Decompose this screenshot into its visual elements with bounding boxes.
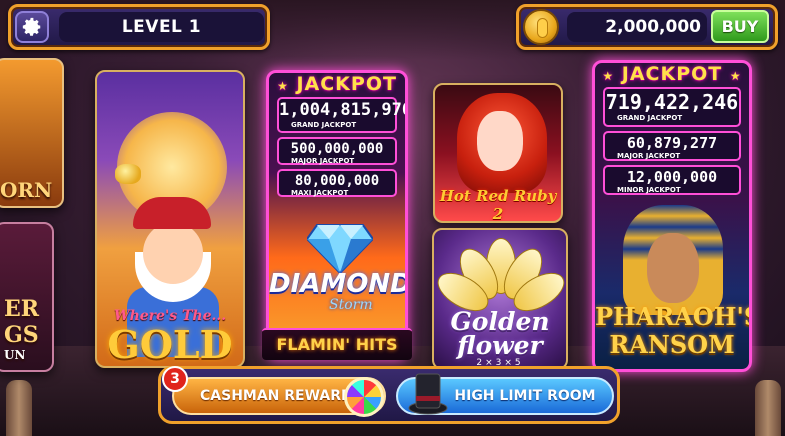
coin-icon [523, 9, 559, 45]
star-icon: ★ [277, 79, 289, 93]
partial-title-2: GS [4, 322, 39, 348]
jackpot-label: JACKPOT [621, 63, 723, 85]
jackpot-label: JACKPOT [296, 73, 397, 95]
grand-jackpot-box: 1,004,815,970 GRAND JACKPOT [277, 97, 408, 133]
game-tile-hot-red-ruby-2[interactable]: Hot Red Ruby 2 [433, 83, 563, 223]
game-tile-diamond-storm[interactable]: ★ JACKPOT ★ 1,004,815,970 GRAND JACKPOT … [266, 70, 408, 360]
game-title: DIAMOND [269, 269, 408, 299]
miner-face [143, 222, 203, 284]
game-tile-partial-left-bottom[interactable]: ER GS UN [0, 222, 54, 372]
game-tile-golden-flower[interactable]: Golden flower 2×3×5 [432, 228, 568, 370]
settings-button[interactable] [15, 11, 49, 43]
grand-jackpot-value: 1,004,815,970 [279, 100, 408, 120]
high-limit-room-label: HIGH LIMIT ROOM [454, 388, 596, 404]
diamond-icon [307, 224, 373, 273]
notification-badge: 3 [162, 366, 188, 392]
flamin-hits-banner: FLAMIN' HITS [262, 328, 412, 360]
level-label: LEVEL 1 [59, 12, 264, 42]
buy-button[interactable]: BUY [711, 10, 769, 43]
grand-jackpot-box: 719,422,246 GRAND JACKPOT [603, 87, 741, 127]
railing-post [6, 380, 32, 436]
coin-bar: 2,000,000 BUY [516, 4, 778, 50]
level-bar: LEVEL 1 [8, 4, 270, 50]
partial-title-1: ER [4, 296, 40, 322]
grand-jackpot-label: GRAND JACKPOT [291, 121, 357, 129]
coin-balance: 2,000,000 [567, 12, 707, 42]
jackpot-header: ★ JACKPOT ★ [269, 73, 405, 115]
game-title-line-2: flower [457, 331, 543, 360]
game-title: Hot Red Ruby 2 [439, 187, 557, 223]
ruby-face [477, 111, 523, 171]
cashman-rewards-label: CASHMAN REWARDS [200, 388, 363, 404]
top-hat-icon [408, 373, 448, 415]
minor-jackpot-value: 12,000,000 [626, 168, 718, 186]
minor-jackpot-box: 12,000,000 MINOR JACKPOT [603, 165, 741, 195]
star-icon: ★ [602, 69, 615, 83]
game-title-line-1: PHARAOH'S [595, 302, 752, 331]
grand-jackpot-value: 719,422,246 [605, 90, 739, 114]
major-jackpot-value: 500,000,000 [290, 141, 384, 157]
gold-nugget-icon [115, 164, 141, 184]
major-jackpot-box: 60,879,277 MAJOR JACKPOT [603, 131, 741, 161]
prize-wheel-icon [344, 377, 384, 417]
gear-icon [22, 17, 41, 36]
star-icon: ★ [729, 69, 742, 83]
game-title: GOLD [107, 322, 233, 367]
partial-title-3: UN [4, 348, 26, 362]
minor-jackpot-label: MINOR JACKPOT [617, 186, 681, 194]
major-jackpot-value: 60,879,277 [626, 134, 718, 152]
jackpot-header: ★ JACKPOT ★ [595, 63, 749, 87]
partial-title: ORN [0, 178, 53, 202]
pharaoh-face [647, 233, 699, 303]
game-tile-partial-left-top[interactable]: ORN [0, 58, 64, 208]
maxi-jackpot-value: 80,000,000 [294, 173, 380, 189]
major-jackpot-label: MAJOR JACKPOT [617, 152, 681, 160]
maxi-jackpot-box: 80,000,000 MAXI JACKPOT [277, 169, 397, 197]
game-subtitle: Storm [329, 297, 373, 313]
major-jackpot-label: MAJOR JACKPOT [291, 157, 355, 165]
major-jackpot-box: 500,000,000 MAJOR JACKPOT [277, 137, 397, 165]
miner-hat [133, 197, 211, 229]
game-title: PHARAOH'S RANSOM [595, 303, 749, 359]
game-title-line-2: RANSOM [609, 330, 735, 359]
game-tile-pharaohs-ransom[interactable]: ★ JACKPOT ★ 719,422,246 GRAND JACKPOT 60… [592, 60, 752, 372]
game-title: Golden flower [434, 309, 566, 360]
maxi-jackpot-label: MAXI JACKPOT [291, 189, 349, 197]
game-tile-wheres-the-gold[interactable]: Where's The... GOLD [95, 70, 245, 368]
railing-post [755, 380, 781, 436]
